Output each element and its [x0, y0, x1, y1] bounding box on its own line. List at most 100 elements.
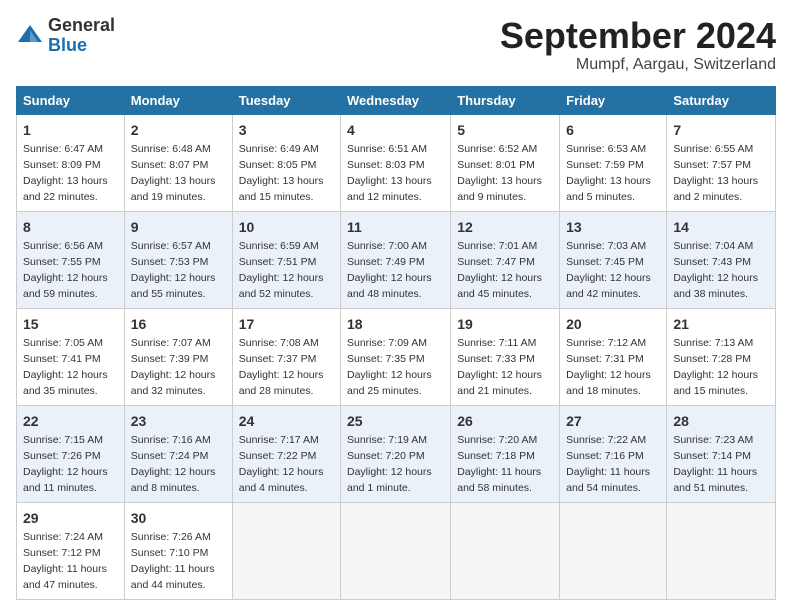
calendar-cell: 26 Sunrise: 7:20 AM Sunset: 7:18 PM Dayli… [451, 405, 560, 502]
day-number: 8 [23, 217, 118, 237]
calendar-cell: 3 Sunrise: 6:49 AM Sunset: 8:05 PM Daylig… [232, 114, 340, 211]
day-number: 13 [566, 217, 660, 237]
col-header-monday: Monday [124, 86, 232, 114]
calendar-cell: 2 Sunrise: 6:48 AM Sunset: 8:07 PM Daylig… [124, 114, 232, 211]
calendar-week-row: 15 Sunrise: 7:05 AM Sunset: 7:41 PM Dayli… [17, 308, 776, 405]
calendar-cell: 16 Sunrise: 7:07 AM Sunset: 7:39 PM Dayli… [124, 308, 232, 405]
page-header: General Blue September 2024 Mumpf, Aarga… [16, 16, 776, 74]
calendar-cell: 13 Sunrise: 7:03 AM Sunset: 7:45 PM Dayli… [560, 211, 667, 308]
day-detail: Sunrise: 7:26 AM Sunset: 7:10 PM Dayligh… [131, 531, 215, 591]
day-number: 16 [131, 314, 226, 334]
calendar-cell: 19Sunrise: 7:11 AM Sunset: 7:33 PM Dayli… [451, 308, 560, 405]
calendar-week-row: 22 Sunrise: 7:15 AM Sunset: 7:26 PM Dayli… [17, 405, 776, 502]
day-detail: Sunrise: 7:00 AM Sunset: 7:49 PM Dayligh… [347, 240, 432, 300]
day-detail: Sunrise: 7:16 AM Sunset: 7:24 PM Dayligh… [131, 434, 216, 494]
day-detail: Sunrise: 7:20 AM Sunset: 7:18 PM Dayligh… [457, 434, 541, 494]
calendar-cell: 4 Sunrise: 6:51 AM Sunset: 8:03 PM Daylig… [341, 114, 451, 211]
calendar-cell: 27 Sunrise: 7:22 AM Sunset: 7:16 PM Dayli… [560, 405, 667, 502]
day-number: 2 [131, 120, 226, 140]
day-detail: Sunrise: 7:13 AM Sunset: 7:28 PM Dayligh… [673, 337, 758, 397]
calendar-cell: 29 Sunrise: 7:24 AM Sunset: 7:12 PM Dayli… [17, 502, 125, 599]
col-header-friday: Friday [560, 86, 667, 114]
day-number: 5 [457, 120, 553, 140]
day-number: 9 [131, 217, 226, 237]
title-block: September 2024 Mumpf, Aargau, Switzerlan… [500, 16, 776, 74]
day-detail: Sunrise: 7:03 AM Sunset: 7:45 PM Dayligh… [566, 240, 651, 300]
day-number: 18 [347, 314, 444, 334]
logo-text: General Blue [48, 16, 115, 56]
day-detail: Sunrise: 7:05 AM Sunset: 7:41 PM Dayligh… [23, 337, 108, 397]
day-number: 25 [347, 411, 444, 431]
calendar-cell: 9 Sunrise: 6:57 AM Sunset: 7:53 PM Daylig… [124, 211, 232, 308]
day-detail: Sunrise: 7:17 AM Sunset: 7:22 PM Dayligh… [239, 434, 324, 494]
calendar-cell: 23Sunrise: 7:16 AM Sunset: 7:24 PM Dayli… [124, 405, 232, 502]
day-detail: Sunrise: 7:24 AM Sunset: 7:12 PM Dayligh… [23, 531, 107, 591]
day-detail: Sunrise: 6:47 AM Sunset: 8:09 PM Dayligh… [23, 143, 108, 203]
calendar-week-row: 8 Sunrise: 6:56 AM Sunset: 7:55 PM Daylig… [17, 211, 776, 308]
calendar-cell [451, 502, 560, 599]
day-detail: Sunrise: 6:55 AM Sunset: 7:57 PM Dayligh… [673, 143, 758, 203]
day-number: 29 [23, 508, 118, 528]
day-detail: Sunrise: 7:07 AM Sunset: 7:39 PM Dayligh… [131, 337, 216, 397]
day-detail: Sunrise: 6:57 AM Sunset: 7:53 PM Dayligh… [131, 240, 216, 300]
calendar-cell: 8 Sunrise: 6:56 AM Sunset: 7:55 PM Daylig… [17, 211, 125, 308]
calendar-cell: 1 Sunrise: 6:47 AM Sunset: 8:09 PM Daylig… [17, 114, 125, 211]
month-title: September 2024 [500, 16, 776, 56]
day-detail: Sunrise: 7:09 AM Sunset: 7:35 PM Dayligh… [347, 337, 432, 397]
calendar-cell: 25 Sunrise: 7:19 AM Sunset: 7:20 PM Dayli… [341, 405, 451, 502]
col-header-tuesday: Tuesday [232, 86, 340, 114]
day-number: 3 [239, 120, 334, 140]
day-number: 28 [673, 411, 769, 431]
day-detail: Sunrise: 7:19 AM Sunset: 7:20 PM Dayligh… [347, 434, 432, 494]
day-detail: Sunrise: 7:15 AM Sunset: 7:26 PM Dayligh… [23, 434, 108, 494]
calendar-cell: 17Sunrise: 7:08 AM Sunset: 7:37 PM Dayli… [232, 308, 340, 405]
day-number: 21 [673, 314, 769, 334]
day-number: 7 [673, 120, 769, 140]
day-number: 1 [23, 120, 118, 140]
col-header-wednesday: Wednesday [341, 86, 451, 114]
day-number: 24 [239, 411, 334, 431]
logo-icon [16, 22, 44, 50]
col-header-thursday: Thursday [451, 86, 560, 114]
day-number: 4 [347, 120, 444, 140]
day-number: 19 [457, 314, 553, 334]
day-detail: Sunrise: 7:01 AM Sunset: 7:47 PM Dayligh… [457, 240, 542, 300]
day-detail: Sunrise: 6:56 AM Sunset: 7:55 PM Dayligh… [23, 240, 108, 300]
calendar-cell: 10 Sunrise: 6:59 AM Sunset: 7:51 PM Dayli… [232, 211, 340, 308]
day-detail: Sunrise: 7:22 AM Sunset: 7:16 PM Dayligh… [566, 434, 650, 494]
logo-general-text: General [48, 15, 115, 35]
day-number: 15 [23, 314, 118, 334]
col-header-sunday: Sunday [17, 86, 125, 114]
calendar-cell: 18 Sunrise: 7:09 AM Sunset: 7:35 PM Dayli… [341, 308, 451, 405]
day-number: 22 [23, 411, 118, 431]
calendar-cell: 11 Sunrise: 7:00 AM Sunset: 7:49 PM Dayli… [341, 211, 451, 308]
day-number: 27 [566, 411, 660, 431]
calendar-week-row: 29 Sunrise: 7:24 AM Sunset: 7:12 PM Dayli… [17, 502, 776, 599]
calendar-cell: 6 Sunrise: 6:53 AM Sunset: 7:59 PM Daylig… [560, 114, 667, 211]
calendar-cell [232, 502, 340, 599]
day-number: 14 [673, 217, 769, 237]
day-detail: Sunrise: 6:52 AM Sunset: 8:01 PM Dayligh… [457, 143, 542, 203]
day-detail: Sunrise: 6:48 AM Sunset: 8:07 PM Dayligh… [131, 143, 216, 203]
calendar-cell: 30Sunrise: 7:26 AM Sunset: 7:10 PM Dayli… [124, 502, 232, 599]
day-detail: Sunrise: 6:51 AM Sunset: 8:03 PM Dayligh… [347, 143, 432, 203]
calendar-cell: 24 Sunrise: 7:17 AM Sunset: 7:22 PM Dayli… [232, 405, 340, 502]
day-number: 10 [239, 217, 334, 237]
calendar-cell: 12 Sunrise: 7:01 AM Sunset: 7:47 PM Dayli… [451, 211, 560, 308]
day-detail: Sunrise: 7:12 AM Sunset: 7:31 PM Dayligh… [566, 337, 651, 397]
day-detail: Sunrise: 6:49 AM Sunset: 8:05 PM Dayligh… [239, 143, 324, 203]
calendar-cell: 28Sunrise: 7:23 AM Sunset: 7:14 PM Dayli… [667, 405, 776, 502]
logo: General Blue [16, 16, 115, 56]
day-number: 6 [566, 120, 660, 140]
day-detail: Sunrise: 6:53 AM Sunset: 7:59 PM Dayligh… [566, 143, 651, 203]
day-number: 12 [457, 217, 553, 237]
day-number: 11 [347, 217, 444, 237]
calendar-cell: 14Sunrise: 7:04 AM Sunset: 7:43 PM Dayli… [667, 211, 776, 308]
day-number: 20 [566, 314, 660, 334]
day-number: 26 [457, 411, 553, 431]
calendar-header-row: SundayMondayTuesdayWednesdayThursdayFrid… [17, 86, 776, 114]
calendar-cell: 21 Sunrise: 7:13 AM Sunset: 7:28 PM Dayli… [667, 308, 776, 405]
day-detail: Sunrise: 6:59 AM Sunset: 7:51 PM Dayligh… [239, 240, 324, 300]
calendar-cell: 20 Sunrise: 7:12 AM Sunset: 7:31 PM Dayli… [560, 308, 667, 405]
calendar-table: SundayMondayTuesdayWednesdayThursdayFrid… [16, 86, 776, 600]
